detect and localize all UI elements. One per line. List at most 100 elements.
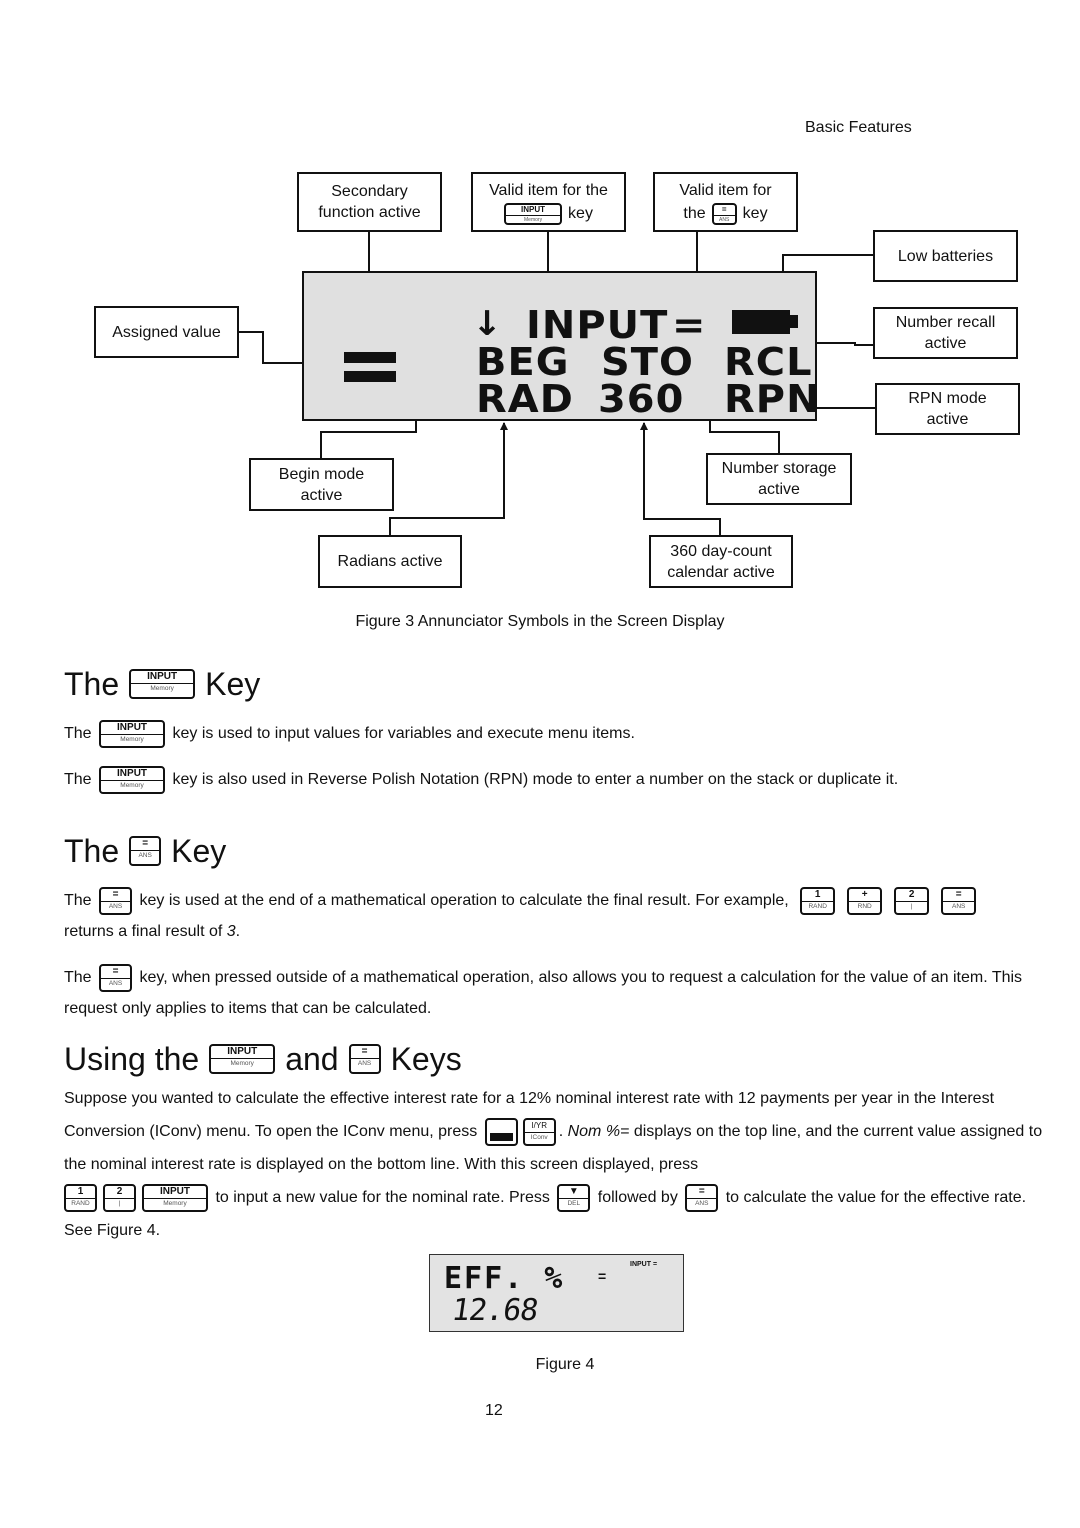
input-key-icon: INPUT Memory	[129, 669, 196, 699]
paragraph-equals-1: The = ANS key is used at the end of a mat…	[64, 885, 1044, 947]
plus-key-icon: + RND	[847, 886, 883, 915]
callout-text: Secondary	[331, 183, 408, 200]
heading-input-key: The INPUT Memory Key	[64, 666, 260, 702]
lcd-annunciator: INPUT =	[630, 1261, 658, 1268]
heading-text: The	[64, 666, 120, 702]
callout-begin-mode: Begin mode active	[249, 458, 394, 511]
text: .	[235, 923, 241, 940]
figure-4-caption: Figure 4	[535, 1356, 595, 1373]
equals-key-icon: = ANS	[711, 202, 737, 225]
callout-secondary-function: Secondary function active	[297, 172, 442, 232]
example-key-sequence: 1 RAND + RND 2 | = ANS	[797, 886, 979, 915]
heading-text: Using the	[64, 1041, 200, 1077]
callout-text: Valid item for the	[489, 181, 608, 199]
heading-using-keys: Using the INPUT Memory and = ANS Keys	[64, 1041, 462, 1077]
equals-annunciator: =	[672, 303, 707, 347]
callout-text: Assigned value	[112, 323, 221, 341]
heading-text: Key	[205, 666, 261, 702]
callout-text: key	[742, 205, 768, 222]
assigned-value-indicator-lower	[344, 371, 396, 382]
text: to input a new value for the nominal rat…	[215, 1189, 550, 1206]
paragraph-using: Suppose you wanted to calculate the effe…	[64, 1090, 1043, 1239]
input-key-icon: INPUT Memory	[99, 719, 166, 748]
callout-number-storage: Number storage active	[706, 453, 852, 505]
heading-text: The	[64, 833, 120, 869]
secondary-arrow-annunciator: ↓	[472, 304, 503, 344]
callout-text: Radians active	[337, 553, 443, 570]
callout-text: key	[568, 205, 593, 222]
text: returns a final result of	[64, 923, 223, 940]
callout-valid-equals: Valid item for the = ANS key	[653, 172, 798, 232]
text: key is used at the end of a mathematical…	[139, 892, 789, 909]
result-value: 3	[226, 923, 236, 940]
callout-number-recall: Number recall active	[873, 307, 1018, 359]
callout-text: active	[924, 335, 967, 352]
callout-line2: the = ANS key	[683, 202, 768, 225]
callout-assigned-value: Assigned value	[94, 306, 239, 358]
paragraph-input-2: The INPUT Memory key is also used in Reve…	[64, 764, 1044, 795]
beg-annunciator: BEG	[476, 340, 570, 384]
callout-text: calendar active	[667, 563, 775, 581]
text: key is used to input values for variable…	[172, 725, 635, 742]
callout-rpn-mode: RPN mode active	[875, 383, 1020, 435]
input-key-icon: INPUT Memory	[99, 765, 166, 794]
rpn-annunciator: RPN	[724, 377, 821, 421]
text: The	[64, 725, 92, 742]
input-annunciator: INPUT	[526, 303, 669, 347]
callout-text: 360 day-count	[670, 542, 772, 560]
battery-icon	[732, 310, 790, 334]
page-number: 12	[485, 1402, 503, 1419]
equals-key-icon: = ANS	[941, 886, 977, 915]
callout-text: active	[926, 411, 969, 428]
text: key is also used in Reverse Polish Notat…	[172, 771, 899, 788]
paragraph-input-1: The INPUT Memory key is used to input val…	[64, 718, 1044, 749]
figure-3-caption: Figure 3 Annunciator Symbols in the Scre…	[355, 613, 725, 630]
key-2-icon: 2 |	[894, 886, 930, 915]
figure-4-lcd: EFF. % = INPUT = 12.68	[429, 1254, 684, 1332]
battery-tip-icon	[790, 315, 798, 328]
key-1-icon: 1 RAND	[64, 1183, 97, 1212]
rad-annunciator: RAD	[476, 377, 574, 421]
heading-text: Keys	[390, 1041, 462, 1077]
callout-text: Number storage	[721, 460, 837, 477]
assigned-value-indicator	[344, 352, 396, 363]
callout-text: Begin mode	[278, 465, 365, 483]
callout-radians: Radians active	[318, 535, 462, 588]
equals-key-icon: = ANS	[99, 886, 133, 915]
lcd-line2: 12.68	[449, 1293, 540, 1328]
callout-text: the	[683, 205, 706, 222]
heading-equals-key: The = ANS Key	[64, 833, 226, 869]
lcd-line1: EFF. %	[444, 1261, 565, 1296]
iyr-key-icon: I/YR IConv	[522, 1117, 556, 1146]
heading-text: and	[285, 1041, 339, 1077]
text: The	[64, 771, 92, 788]
input-key-icon: INPUT Memory	[504, 202, 563, 225]
callout-valid-input: Valid item for the INPUT Memory key	[471, 172, 626, 232]
shift-key-icon	[484, 1117, 518, 1146]
callout-text: Number recall	[895, 314, 996, 331]
running-head: Basic Features	[805, 119, 912, 136]
equals-key-icon: = ANS	[129, 836, 162, 866]
text: The	[64, 892, 92, 909]
lcd-display: ↓ INPUT = BEG STO RCL RAD 360 RPN	[302, 271, 819, 421]
heading-text: Key	[171, 833, 227, 869]
callout-text: Valid item for	[679, 181, 772, 199]
callout-low-batteries: Low batteries	[873, 230, 1018, 282]
equals-key-icon: = ANS	[99, 963, 133, 992]
input-key-icon: INPUT Memory	[209, 1044, 276, 1074]
day360-annunciator: 360	[598, 377, 685, 421]
down-key-icon: ▼ DEL	[557, 1183, 591, 1212]
equals-key-icon: = ANS	[348, 1044, 381, 1074]
display-text: Nom %=	[567, 1123, 630, 1140]
callout-text: function active	[318, 204, 421, 221]
text: key, when pressed outside of a mathemati…	[64, 969, 1023, 1017]
sto-annunciator: STO	[601, 340, 695, 384]
lcd-equals: =	[598, 1268, 607, 1284]
callout-text: RPN mode	[908, 390, 987, 407]
key-1-icon: 1 RAND	[800, 886, 836, 915]
key-2-icon: 2 |	[103, 1183, 136, 1212]
rcl-annunciator: RCL	[724, 340, 813, 384]
equals-key-icon: = ANS	[685, 1183, 719, 1212]
input-key-icon: INPUT Memory	[142, 1183, 208, 1212]
text: The	[64, 969, 92, 986]
